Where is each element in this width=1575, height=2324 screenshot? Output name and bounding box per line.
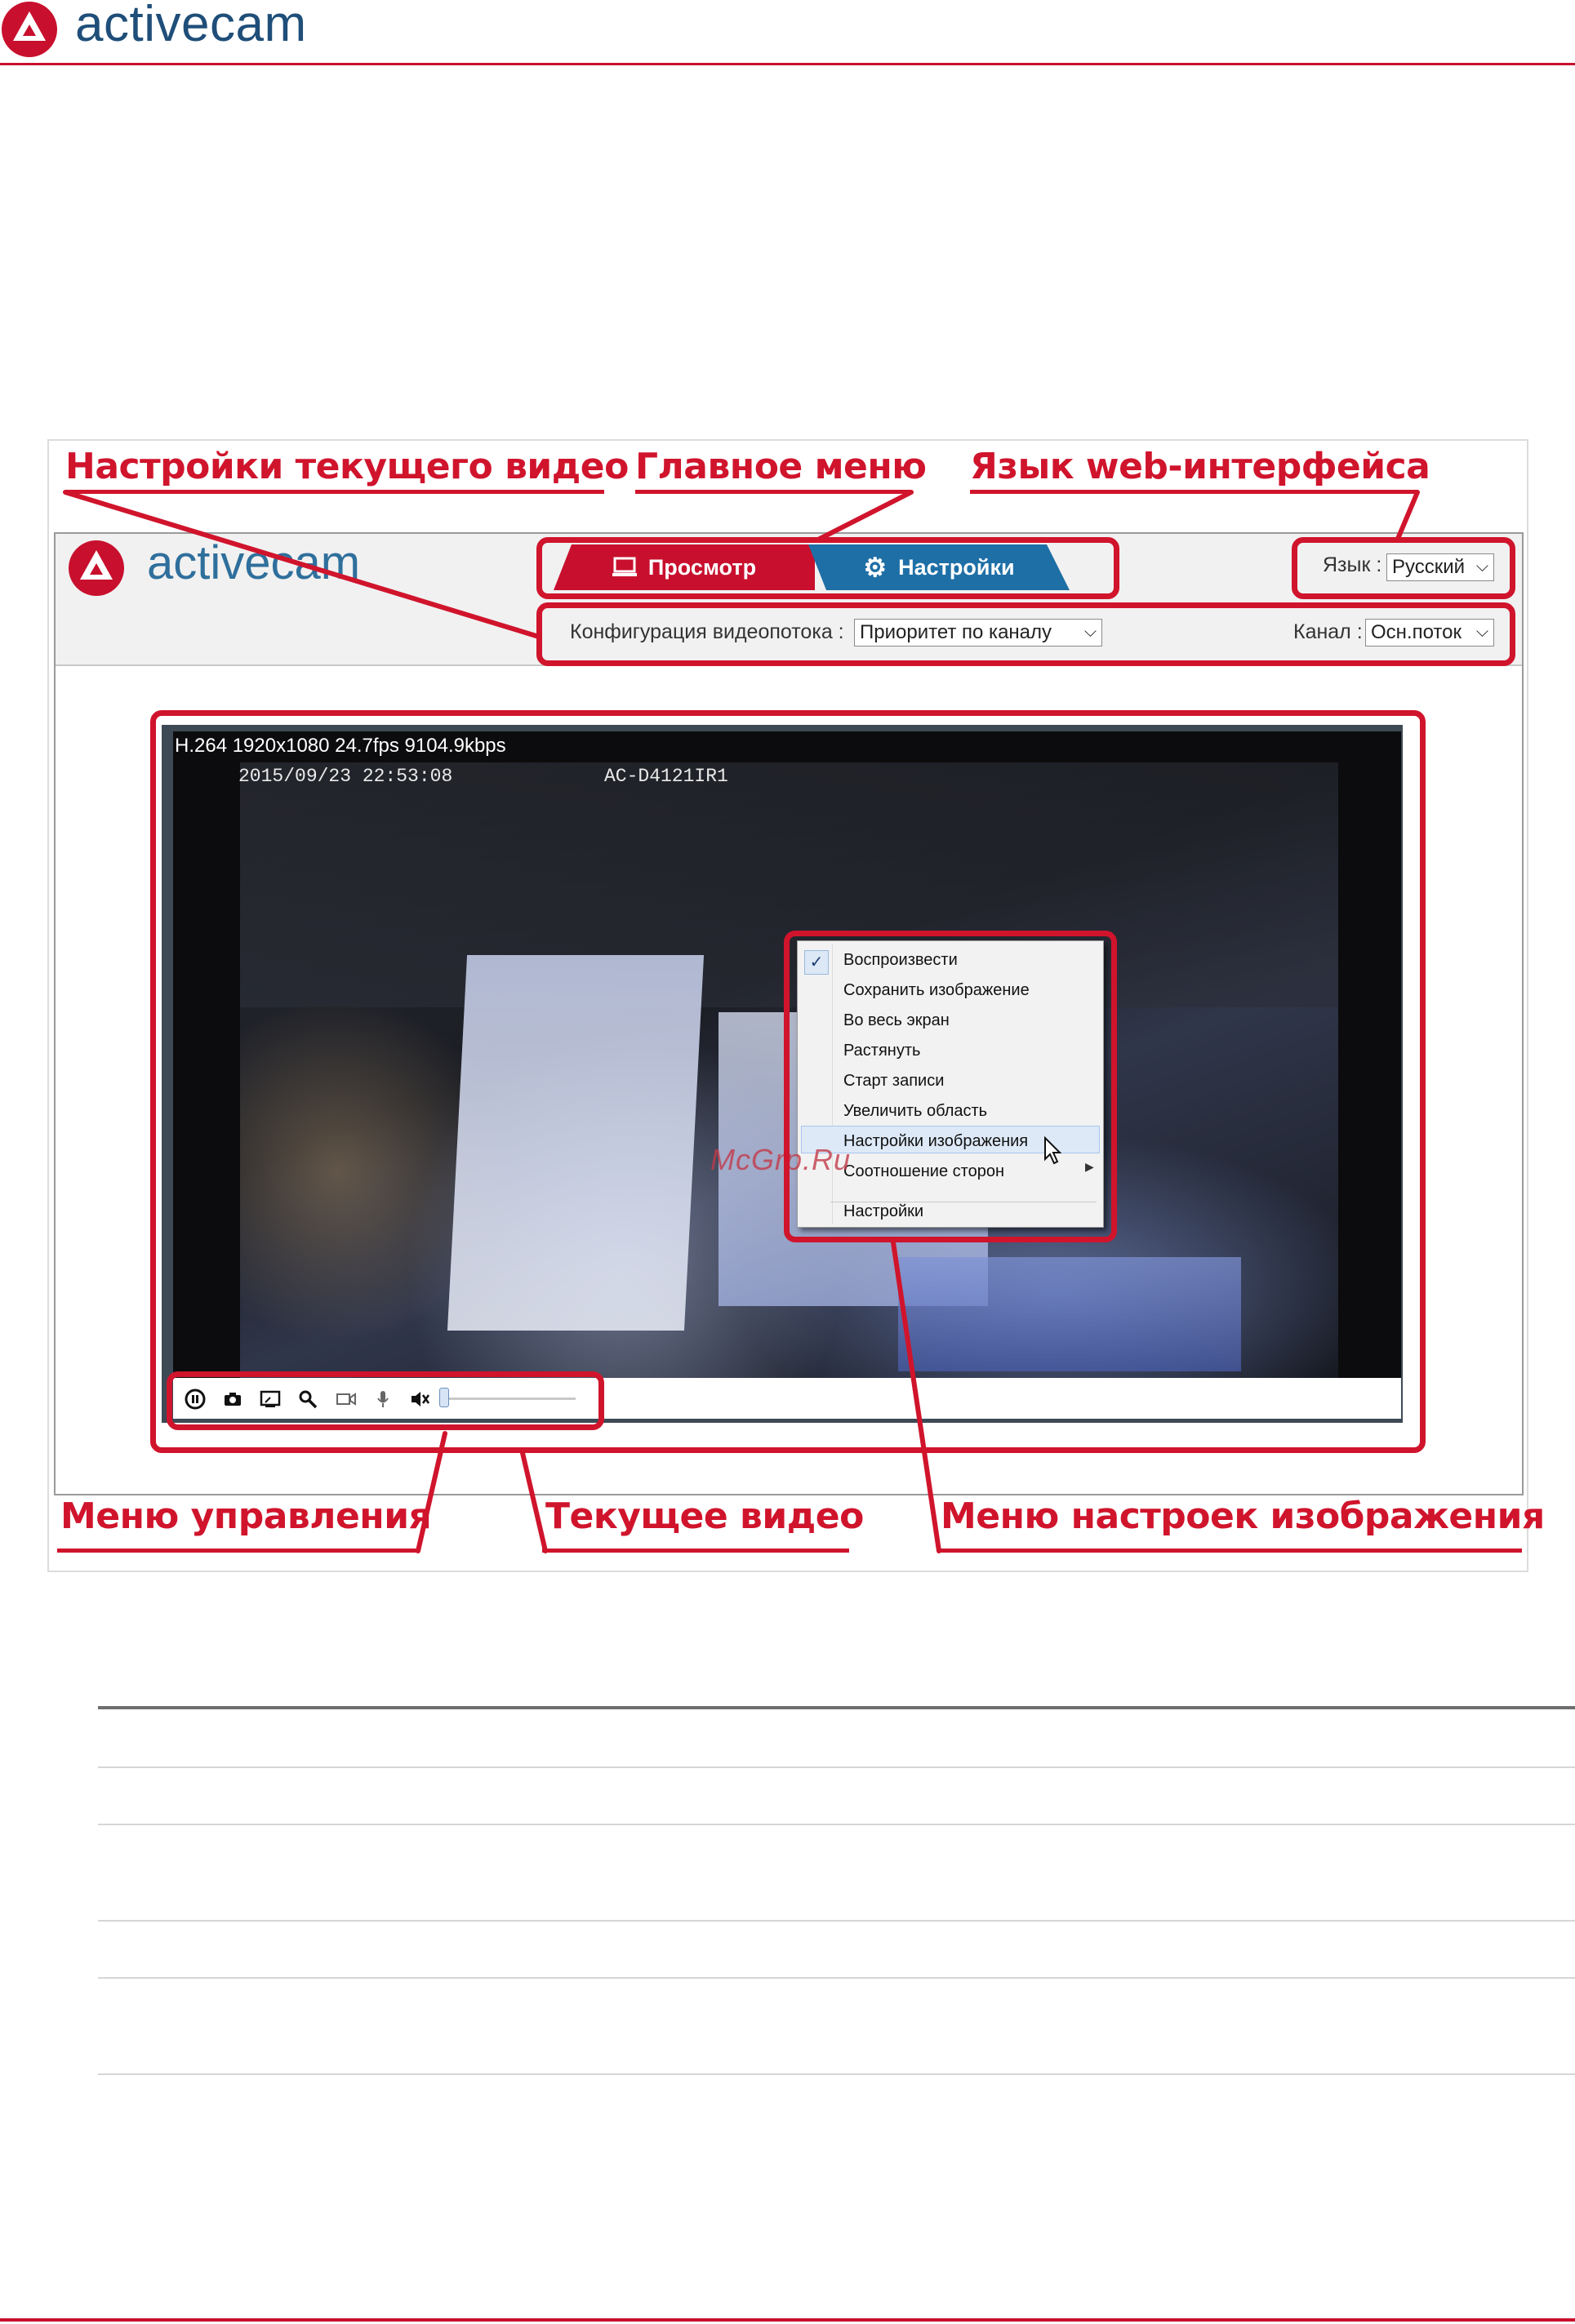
activecam-logo-icon [2,2,57,57]
callout-underline [542,1549,849,1553]
highlight-video-settings [536,602,1515,666]
highlight-control-menu [167,1371,604,1430]
callout-underline [57,1549,420,1553]
highlight-image-menu [784,931,1117,1242]
callout-current-video-settings: Настройки текущего видео [65,446,629,487]
callout-image-settings-menu: Меню настроек изображения [941,1495,1545,1537]
table-row-divider [98,1977,1575,1979]
highlight-main-menu [536,537,1119,599]
callout-underline [937,1549,1522,1553]
footer-divider [0,2318,1575,2322]
header-divider [0,63,1575,65]
callout-control-menu: Меню управления [60,1495,432,1537]
callout-underline [970,490,1417,494]
table-top-rule [98,1706,1575,1709]
table-row-divider [98,1824,1575,1825]
page-header: activecam [0,0,1575,65]
callout-interface-language: Язык web-интерфейса [970,446,1430,487]
table-row-divider [98,2073,1575,2075]
callout-underline [635,490,911,494]
web-interface-brand: activecam [147,536,361,589]
activecam-logo-icon [69,540,124,596]
brand-title: activecam [75,0,307,52]
highlight-language [1292,537,1515,599]
callout-underline [65,490,604,494]
callout-main-menu: Главное меню [635,446,927,487]
table-row-divider [98,1766,1575,1768]
callout-current-video: Текущее видео [545,1495,864,1537]
table-row-divider [98,1920,1575,1922]
